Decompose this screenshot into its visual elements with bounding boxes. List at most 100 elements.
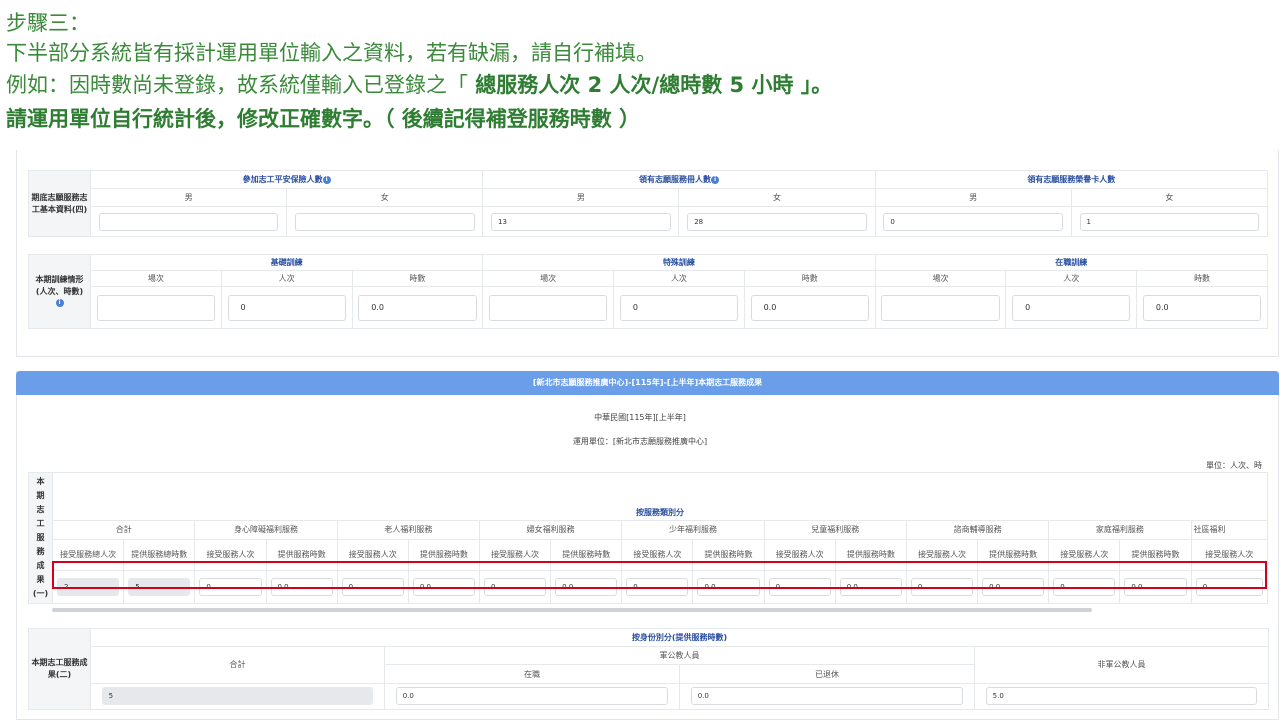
category-youth-header: 少年福利服務 [621,519,765,540]
community-attendees-input[interactable]: 0 [1195,577,1263,596]
sessions-header: 場次 [90,270,222,287]
honor-card-group-header: 領有志願服務榮譽卡人數 [874,170,1269,189]
attendees-header: 接受服務人次 [905,538,979,571]
instruction-line-3: 例如：因時數尚未登錄，故系統僅輸入已登錄之「 總服務人次 2 人次/總時數 5 … [6,72,832,98]
inservice-hours-input[interactable]: 0.0 [1142,294,1262,321]
retired-header: 已退休 [679,664,975,684]
by-identity-header: 按身份別分(提供服務時數) [90,627,1269,648]
info-icon[interactable]: i [710,175,719,184]
insurance-group-header: 參加志工平安保險人數 i [89,170,484,189]
youth-hours-input[interactable]: 0.0 [697,577,760,596]
handbook-group-header: 領有志願服務冊人數 i [482,170,876,189]
active-duty-header: 在職 [384,664,680,684]
youth-attendees-input[interactable]: 0 [626,577,689,596]
family-hours-input[interactable]: 0.0 [1124,577,1187,596]
results-by-identity-table: 本期志工服務成果(二) 按身份別分(提供服務時數) 合計 軍公教人員 非軍公教人… [28,627,1269,711]
special-sessions-input[interactable] [489,294,608,321]
by-category-header: 按服務類別分 [52,472,1268,521]
children-hours-input[interactable]: 0.0 [839,577,902,596]
attendees-header: 接受服務人次 [336,538,409,571]
honor-card-female-input[interactable]: 1 [1079,212,1260,231]
women-hours-input[interactable]: 0.0 [555,577,618,596]
basic-hours-input[interactable]: 0.0 [358,294,477,321]
volunteer-basic-table: 期底志願服務志工基本資料(四) 參加志工平安保險人數 i 領有志願服務冊人數 i 領… [28,170,1269,237]
gender-female-header: 女 [286,188,484,207]
family-attendees-input[interactable]: 0 [1053,577,1116,596]
gender-male-header: 男 [482,188,680,207]
inservice-training-header: 在職訓練 [874,254,1269,271]
basic-training-header: 基礎訓練 [89,254,484,271]
sessions-header: 場次 [874,270,1007,287]
disability-hours-input[interactable]: 0.0 [270,577,333,596]
total-hours-field: 5 [128,577,191,596]
info-icon[interactable]: i [322,175,331,184]
instruction-line-3-bold: 總服務人次 2 人次/總時數 5 小時 」。 [468,73,833,97]
category-elderly-header: 老人福利服務 [336,519,480,540]
women-attendees-input[interactable]: 0 [483,577,547,596]
basic-sessions-input[interactable] [96,294,215,321]
active-duty-hours-input[interactable]: 0.0 [395,687,669,706]
special-attendees-input[interactable]: 0 [619,294,739,321]
hours-header: 提供服務時數 [692,538,765,571]
total-attendees-field: 2 [57,577,120,596]
category-children-header: 兒童福利服務 [763,519,907,540]
attendees-header: 接受服務人次 [763,538,836,571]
children-attendees-input[interactable]: 0 [768,577,831,596]
gender-male-header: 男 [89,188,288,207]
attendees-header: 接受服務人次 [1190,538,1269,571]
category-community-header: 社區福利 [1190,519,1269,540]
hours-header: 提供服務時數 [265,538,338,571]
attendees-header: 接受服務人次 [621,538,694,571]
attendees-header: 接受服務人次 [194,538,267,571]
category-total-header: 合計 [52,519,196,540]
results-one-row-label: 本期志工服務成果 (一) [27,472,54,604]
hours-header: 提供服務時數 [1119,538,1192,571]
attendees-header: 接受服務人次 [1048,538,1121,571]
results-section-title: [新北市志願服務推廣中心]-[115年]-[上半年]本期志工服務成果 [16,371,1279,395]
counseling-hours-input[interactable]: 0.0 [982,577,1045,596]
insurance-female-input[interactable] [294,212,475,231]
training-table: 本期訓練情形(人次、時數) i 基礎訓練 特殊訓練 在職訓練 場次 人次 時數 場… [28,254,1269,329]
horizontal-scrollbar[interactable] [52,608,1092,612]
volunteer-basic-row-label: 期底志願服務志工基本資料(四) [28,170,91,237]
training-row-label: 本期訓練情形(人次、時數) i [28,254,91,329]
handbook-female-input[interactable]: 28 [687,212,867,231]
gender-female-header: 女 [1070,188,1269,207]
retired-hours-input[interactable]: 0.0 [690,687,964,706]
handbook-male-input[interactable]: 13 [491,212,671,231]
non-civil-servant-header: 非軍公教人員 [974,646,1269,684]
instruction-line-4: 請運用單位自行統計後，修改正確數字。（ 後續記得補登服務時數 ） [6,107,641,131]
counseling-attendees-input[interactable]: 0 [910,577,974,596]
disability-attendees-input[interactable]: 0 [199,577,262,596]
hours-header: 時數 [1136,270,1268,287]
total-hours-header: 提供服務總時數 [123,538,196,571]
inservice-sessions-input[interactable] [881,294,1000,321]
total-attendees-header: 接受服務總人次 [52,538,125,571]
attendees-header: 人次 [1005,270,1138,287]
special-hours-input[interactable]: 0.0 [750,294,869,321]
hours-header: 提供服務時數 [550,538,623,571]
sessions-header: 場次 [482,270,615,287]
special-training-header: 特殊訓練 [482,254,876,271]
elderly-hours-input[interactable]: 0.0 [412,577,475,596]
identity-total-field: 5 [101,687,374,706]
inservice-attendees-input[interactable]: 0 [1012,294,1131,321]
attendees-header: 人次 [613,270,745,287]
category-disability-header: 身心障礙福利服務 [194,519,338,540]
attendees-header: 接受服務人次 [478,538,552,571]
instruction-line-3-prefix: 例如：因時數尚未登錄，故系統僅輸入已登錄之「 [6,73,468,97]
non-civil-hours-input[interactable]: 5.0 [985,687,1258,706]
insurance-male-input[interactable] [98,212,279,231]
report-period: 中華民國[115年][上半年] [594,413,686,422]
elderly-attendees-input[interactable]: 0 [341,577,404,596]
category-family-header: 家庭福利服務 [1048,519,1192,540]
basic-attendees-input[interactable]: 0 [227,294,346,321]
hours-header: 提供服務時數 [977,538,1050,571]
hours-header: 提供服務時數 [834,538,907,571]
info-icon[interactable]: i [55,299,64,307]
unit-label: 單位：人次、時 [1206,461,1262,470]
identity-total-header: 合計 [90,646,385,684]
honor-card-male-input[interactable]: 0 [883,212,1064,231]
category-women-header: 婦女福利服務 [478,519,623,540]
category-counseling-header: 諮商輔導服務 [905,519,1050,540]
